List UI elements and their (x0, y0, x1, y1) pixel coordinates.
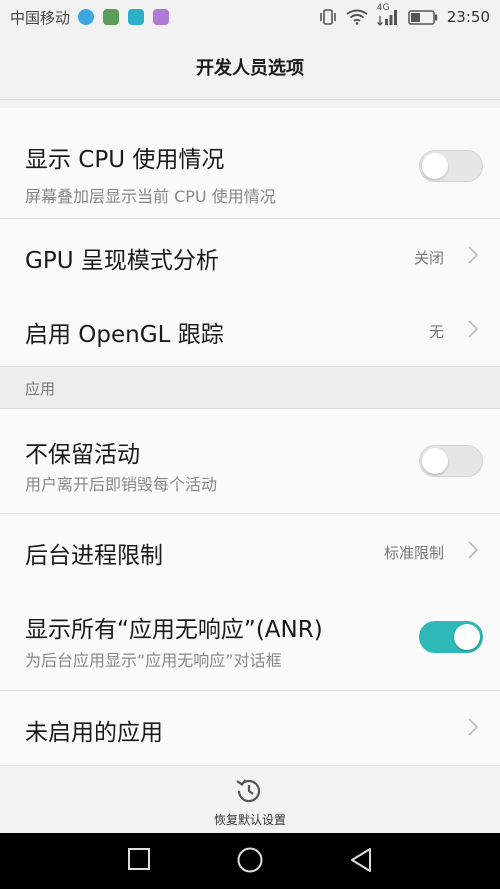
navigation-bar (0, 833, 500, 889)
setting-label: 显示所有“应用无响应”(ANR) (25, 617, 323, 643)
chevron-right-icon (468, 320, 479, 342)
setting-value: 关闭 (413, 249, 444, 267)
notification-app-icon-1 (78, 9, 95, 25)
notification-app-icon-2 (103, 9, 120, 25)
setting-gpu-rendering-profile[interactable]: GPU 呈现模式分析 关闭 (0, 219, 500, 294)
toggle-knob (422, 153, 448, 179)
chevron-right-icon (468, 718, 479, 740)
toggle-knob (422, 448, 448, 474)
clock: 23:50 (446, 8, 490, 26)
battery-icon (408, 9, 438, 25)
restore-history-icon (233, 775, 265, 811)
home-icon[interactable] (236, 846, 264, 878)
setting-label: 不保留活动 (25, 442, 140, 468)
carrier-name: 中国移动 (10, 8, 71, 27)
setting-inactive-apps[interactable]: 未启用的应用 (0, 691, 500, 765)
cpu-usage-toggle[interactable] (419, 150, 483, 182)
setting-value: 无 (428, 323, 444, 341)
notification-app-icon-3 (128, 9, 145, 25)
dont-keep-activities-toggle[interactable] (419, 445, 483, 477)
section-header-apps: 应用 (0, 366, 500, 409)
vibrate-icon (319, 9, 337, 25)
title-bar: 开发人员选项 (0, 34, 500, 100)
setting-value: 标准限制 (383, 544, 444, 562)
setting-background-process-limit[interactable]: 后台进程限制 标准限制 (0, 514, 500, 589)
recent-apps-icon[interactable] (127, 847, 151, 875)
wifi-icon (346, 9, 368, 25)
setting-enable-opengl-traces[interactable]: 启用 OpenGL 跟踪 无 (0, 294, 500, 366)
chevron-right-icon (468, 541, 479, 563)
restore-defaults-button[interactable]: 恢复默认设置 (0, 765, 500, 833)
restore-defaults-label: 恢复默认设置 (213, 813, 286, 827)
section-title: 应用 (25, 380, 56, 398)
setting-label: GPU 呈现模式分析 (25, 248, 219, 274)
setting-label: 后台进程限制 (25, 543, 163, 569)
setting-dont-keep-activities[interactable]: 不保留活动 用户离开后即销毁每个活动 (0, 409, 500, 513)
page-title: 开发人员选项 (196, 57, 304, 79)
notification-app-icon-4 (153, 9, 170, 25)
status-bar: 中国移动 4G 23:50 (0, 0, 500, 34)
setting-show-all-anrs[interactable]: 显示所有“应用无响应”(ANR) 为后台应用显示“应用无响应”对话框 (0, 589, 500, 690)
show-all-anrs-toggle[interactable] (419, 621, 483, 653)
setting-subtitle: 为后台应用显示“应用无响应”对话框 (25, 651, 282, 670)
setting-show-cpu-usage[interactable]: 显示 CPU 使用情况 屏幕叠加层显示当前 CPU 使用情况 (0, 108, 500, 218)
setting-subtitle: 屏幕叠加层显示当前 CPU 使用情况 (25, 187, 276, 206)
toggle-knob (454, 624, 480, 650)
back-icon[interactable] (349, 847, 373, 877)
setting-subtitle: 用户离开后即销毁每个活动 (25, 475, 218, 494)
setting-label: 启用 OpenGL 跟踪 (25, 322, 224, 348)
setting-label: 未启用的应用 (25, 720, 163, 746)
chevron-right-icon (468, 246, 479, 268)
cell-signal-icon: 4G (377, 3, 399, 26)
setting-label: 显示 CPU 使用情况 (25, 147, 225, 173)
